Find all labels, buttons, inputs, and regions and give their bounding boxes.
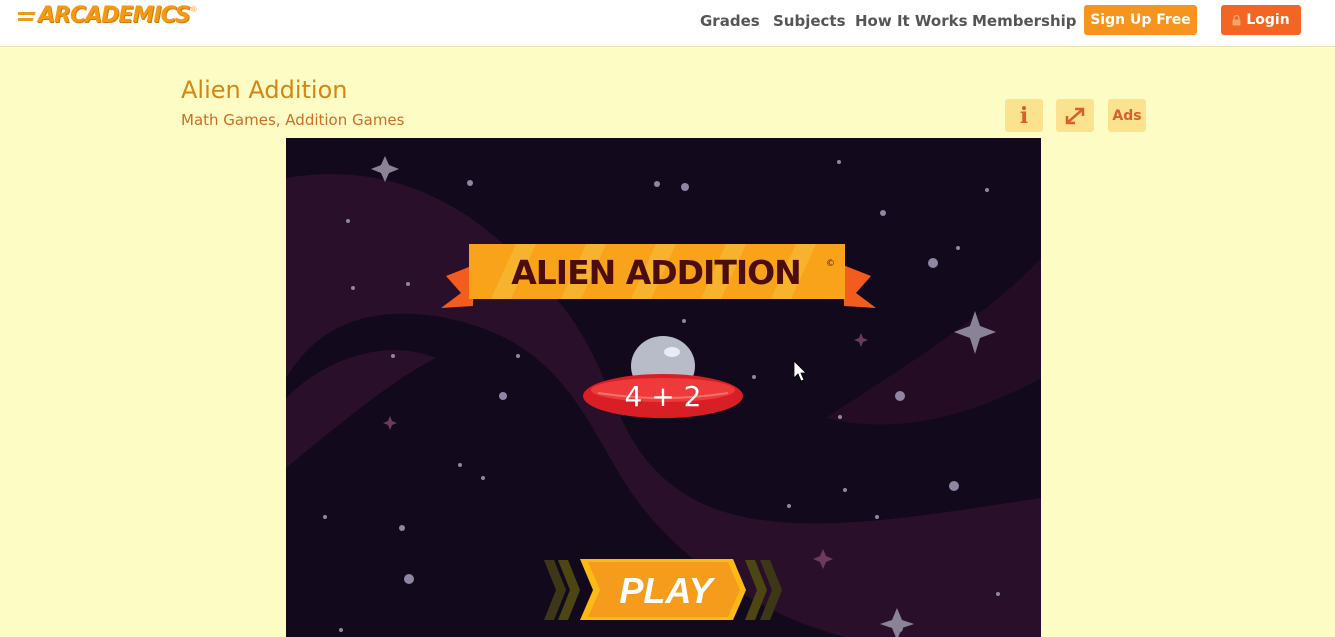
nav-membership[interactable]: Membership [972, 12, 1077, 30]
ads-label: Ads [1112, 107, 1142, 124]
sign-up-label: Sign Up Free [1090, 12, 1191, 28]
game-canvas[interactable]: ALIEN ADDITION © 4 + 2 PLAY [286, 138, 1041, 637]
info-icon: i [1019, 102, 1029, 129]
title-banner: ALIEN ADDITION © [441, 244, 876, 308]
banner-copyright-mark: © [826, 259, 835, 269]
game-categories[interactable]: Math Games, Addition Games [181, 111, 404, 129]
expand-icon [1065, 107, 1085, 124]
page-title: Alien Addition [181, 76, 348, 104]
nav-how-it-works[interactable]: How It Works [855, 12, 968, 30]
top-navigation-bar: ARCADEMICS ® Grades Subjects How It Work… [0, 0, 1335, 47]
sign-up-free-button[interactable]: Sign Up Free [1084, 5, 1197, 35]
arcademics-logo[interactable]: ARCADEMICS ® [18, 3, 197, 29]
ufo-problem-text: 4 + 2 [625, 380, 702, 413]
game-banner-title: ALIEN ADDITION [511, 253, 801, 292]
nav-subjects[interactable]: Subjects [773, 12, 846, 30]
login-button[interactable]: Login [1221, 5, 1301, 35]
nebula-left [286, 350, 436, 468]
game-scene: ALIEN ADDITION © 4 + 2 PLAY [286, 156, 1041, 637]
mouse-cursor-icon [793, 360, 807, 382]
logo-registered-mark: ® [190, 5, 197, 14]
login-label: Login [1246, 12, 1290, 28]
logo-text: ARCADEMICS [38, 3, 191, 28]
nav-grades[interactable]: Grades [700, 12, 760, 30]
info-button[interactable]: i [1005, 99, 1043, 132]
lock-icon [1232, 14, 1241, 25]
play-label: PLAY [619, 570, 715, 611]
ads-toggle-button[interactable]: Ads [1108, 99, 1146, 132]
fullscreen-button[interactable] [1056, 99, 1094, 132]
ufo-sprite: 4 + 2 [583, 336, 743, 418]
